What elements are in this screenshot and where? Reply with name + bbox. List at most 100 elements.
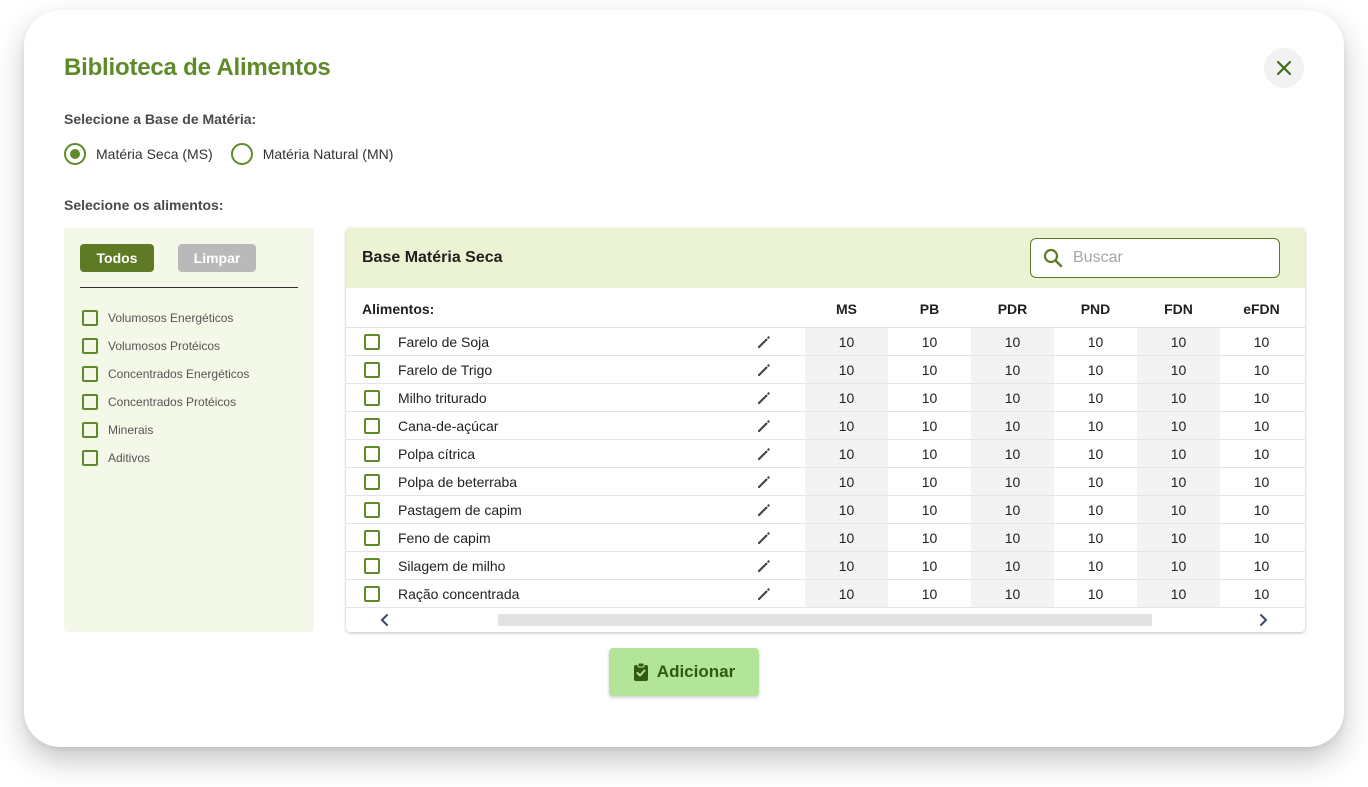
- edit-icon[interactable]: [756, 586, 772, 602]
- cell-ms: 10: [838, 362, 855, 378]
- checkbox[interactable]: [82, 394, 98, 410]
- cell-pdr: 10: [1004, 474, 1021, 490]
- row-checkbox[interactable]: [364, 334, 380, 350]
- food-name: Polpa cítrica: [398, 446, 476, 462]
- row-checkbox[interactable]: [364, 502, 380, 518]
- table-row[interactable]: Farelo de Soja 10 10 10 10 10 10: [346, 328, 1305, 356]
- checkbox[interactable]: [82, 338, 98, 354]
- edit-icon[interactable]: [756, 446, 772, 462]
- category-item-minerais[interactable]: Minerais: [82, 416, 249, 444]
- cell-pnd: 10: [1087, 586, 1104, 602]
- cell-fdn: 10: [1170, 586, 1187, 602]
- radio-button[interactable]: [64, 143, 86, 165]
- row-checkbox[interactable]: [364, 530, 380, 546]
- cell-pb: 10: [921, 586, 938, 602]
- cell-pdr: 10: [1004, 558, 1021, 574]
- cell-fdn: 10: [1170, 334, 1187, 350]
- cell-pnd: 10: [1087, 446, 1104, 462]
- edit-icon[interactable]: [756, 530, 772, 546]
- chevron-right-icon[interactable]: [1256, 613, 1270, 627]
- table-row[interactable]: Polpa cítrica 10 10 10 10 10 10: [346, 440, 1305, 468]
- table-title: Base Matéria Seca: [362, 249, 503, 266]
- table-row[interactable]: Polpa de beterraba 10 10 10 10 10 10: [346, 468, 1305, 496]
- cell-fdn: 10: [1170, 390, 1187, 406]
- category-item-concentrados-proteicos[interactable]: Concentrados Protéicos: [82, 388, 249, 416]
- radio-button[interactable]: [230, 143, 253, 165]
- cell-efdn: 10: [1253, 418, 1270, 434]
- cell-pdr: 10: [1004, 418, 1021, 434]
- category-label: Concentrados Protéicos: [108, 395, 237, 409]
- cell-pdr: 10: [1004, 502, 1021, 518]
- search-input[interactable]: [1073, 249, 1253, 267]
- add-button-label: Adicionar: [656, 662, 736, 681]
- cell-pdr: 10: [1004, 446, 1021, 462]
- category-list: Volumosos Energéticos Volumosos Protéico…: [82, 304, 249, 472]
- row-checkbox[interactable]: [364, 418, 380, 434]
- checkbox[interactable]: [82, 450, 98, 466]
- table-column-headers: Alimentos: MS PB PDR PND FDN eFDN: [346, 288, 1305, 328]
- cell-pb: 10: [921, 502, 938, 518]
- cell-pnd: 10: [1087, 502, 1104, 518]
- column-header-pdr: PDR: [997, 301, 1028, 317]
- food-name: Polpa de beterraba: [398, 474, 518, 490]
- edit-icon[interactable]: [756, 334, 772, 350]
- edit-icon[interactable]: [756, 558, 772, 574]
- category-item-volumosos-proteicos[interactable]: Volumosos Protéicos: [82, 332, 249, 360]
- clear-button[interactable]: Limpar: [178, 244, 256, 272]
- row-checkbox[interactable]: [364, 558, 380, 574]
- checkbox[interactable]: [82, 310, 98, 326]
- food-name: Milho triturado: [398, 390, 487, 406]
- edit-icon[interactable]: [756, 390, 772, 406]
- checkbox[interactable]: [82, 366, 98, 382]
- cell-fdn: 10: [1170, 474, 1187, 490]
- cell-pnd: 10: [1087, 418, 1104, 434]
- table-header-bar: Base Matéria Seca: [346, 228, 1305, 288]
- chevron-left-icon[interactable]: [378, 613, 392, 627]
- edit-icon[interactable]: [756, 418, 772, 434]
- checkbox[interactable]: [82, 422, 98, 438]
- cell-efdn: 10: [1253, 390, 1270, 406]
- edit-icon[interactable]: [756, 362, 772, 378]
- edit-icon[interactable]: [756, 474, 772, 490]
- close-button[interactable]: [1264, 48, 1304, 88]
- select-all-button[interactable]: Todos: [80, 244, 154, 272]
- table-row[interactable]: Milho triturado 10 10 10 10 10 10: [346, 384, 1305, 412]
- cell-pnd: 10: [1087, 530, 1104, 546]
- table-row[interactable]: Pastagem de capim 10 10 10 10 10 10: [346, 496, 1305, 524]
- table-row[interactable]: Cana-de-açúcar 10 10 10 10 10 10: [346, 412, 1305, 440]
- table-row[interactable]: Ração concentrada 10 10 10 10 10 10: [346, 580, 1305, 608]
- horizontal-scrollbar[interactable]: [346, 608, 1305, 632]
- food-name: Cana-de-açúcar: [398, 418, 499, 434]
- category-item-concentrados-energeticos[interactable]: Concentrados Energéticos: [82, 360, 249, 388]
- table-row[interactable]: Feno de capim 10 10 10 10 10 10: [346, 524, 1305, 552]
- row-checkbox[interactable]: [364, 446, 380, 462]
- radio-label: Matéria Natural (MN): [262, 146, 394, 162]
- row-checkbox[interactable]: [364, 586, 380, 602]
- edit-icon[interactable]: [756, 502, 772, 518]
- search-icon: [1043, 248, 1063, 268]
- radio-materia-natural[interactable]: Matéria Natural (MN): [230, 143, 394, 165]
- cell-pb: 10: [921, 558, 938, 574]
- cell-efdn: 10: [1253, 502, 1270, 518]
- row-checkbox[interactable]: [364, 390, 380, 406]
- radio-materia-seca[interactable]: Matéria Seca (MS): [64, 143, 213, 165]
- cell-fdn: 10: [1170, 418, 1187, 434]
- scrollbar-thumb[interactable]: [498, 614, 1152, 626]
- cell-pnd: 10: [1087, 390, 1104, 406]
- row-checkbox[interactable]: [364, 474, 380, 490]
- row-checkbox[interactable]: [364, 362, 380, 378]
- cell-ms: 10: [838, 474, 855, 490]
- cell-pdr: 10: [1004, 362, 1021, 378]
- modal-title: Biblioteca de Alimentos: [64, 54, 331, 81]
- add-button[interactable]: Adicionar: [609, 648, 759, 696]
- table-row[interactable]: Farelo de Trigo 10 10 10 10 10 10: [346, 356, 1305, 384]
- cell-pdr: 10: [1004, 334, 1021, 350]
- cell-ms: 10: [838, 446, 855, 462]
- cell-pnd: 10: [1087, 334, 1104, 350]
- cell-efdn: 10: [1253, 334, 1270, 350]
- search-box[interactable]: [1030, 238, 1280, 278]
- category-item-aditivos[interactable]: Aditivos: [82, 444, 249, 472]
- table-row[interactable]: Silagem de milho 10 10 10 10 10 10: [346, 552, 1305, 580]
- category-item-volumosos-energeticos[interactable]: Volumosos Energéticos: [82, 304, 249, 332]
- base-section-label: Selecione a Base de Matéria:: [64, 111, 257, 127]
